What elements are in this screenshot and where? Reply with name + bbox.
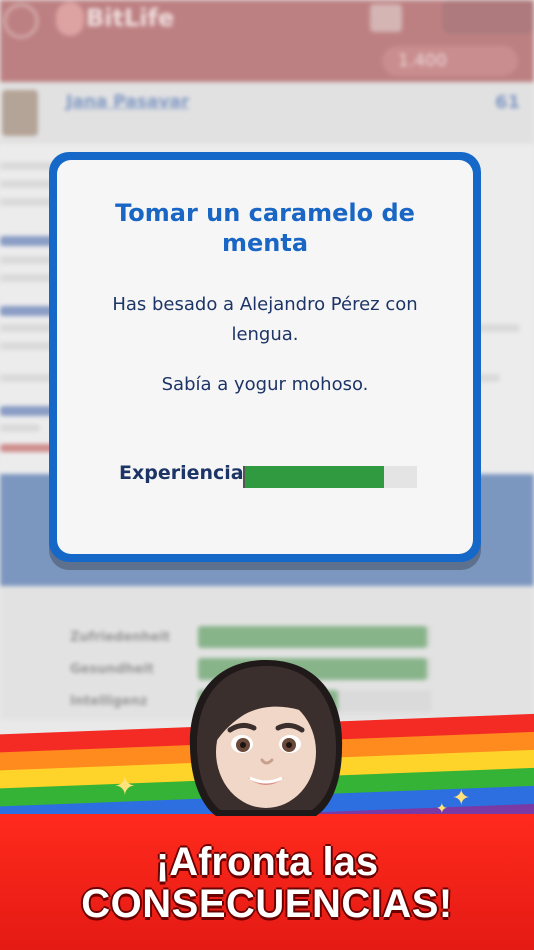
stat-label: Zufriedenheit: [70, 630, 171, 645]
sparkle-icon: ✦: [436, 801, 448, 817]
dialog-message-2: Sabía a yogur mohoso.: [161, 374, 369, 395]
profile-name[interactable]: Jana Pasavar: [66, 92, 189, 112]
experience-bar: [243, 466, 417, 488]
sparkle-icon: ✦: [114, 772, 136, 802]
promo-headline-line2: CONSECUENCIAS!: [81, 882, 453, 926]
event-dialog[interactable]: Tomar un caramelo de menta Has besado a …: [49, 152, 481, 562]
top-bar: BitLife 1.400: [0, 0, 534, 82]
trophy-icon[interactable]: [370, 4, 402, 32]
stat-fill: [198, 626, 428, 648]
profile-age: 61: [494, 92, 520, 113]
profile-avatar: [2, 90, 38, 136]
store-button[interactable]: [442, 0, 534, 34]
stat-label: Gesundheit: [70, 662, 154, 677]
promo-headline-line1: ¡Afronta las: [155, 840, 379, 884]
experience-bar-fill: [245, 466, 385, 488]
money-display: 1.400: [382, 46, 518, 76]
dialog-message: Has besado a Alejandro Pérez con lengua.: [112, 294, 418, 345]
experience-label: Experiencia: [119, 462, 244, 484]
dialog-title: Tomar un caramelo de menta: [115, 199, 415, 257]
profile-header: Jana Pasavar 61: [0, 82, 534, 144]
sparkle-icon: ✦: [452, 786, 471, 811]
avatar-icon: [189, 660, 343, 816]
app-logo-text: BitLife: [86, 4, 175, 32]
dialog-panel: Tomar un caramelo de menta Has besado a …: [57, 160, 473, 554]
stat-bar: [198, 626, 432, 648]
menu-icon[interactable]: [4, 4, 38, 38]
logo-icon: [56, 2, 84, 36]
